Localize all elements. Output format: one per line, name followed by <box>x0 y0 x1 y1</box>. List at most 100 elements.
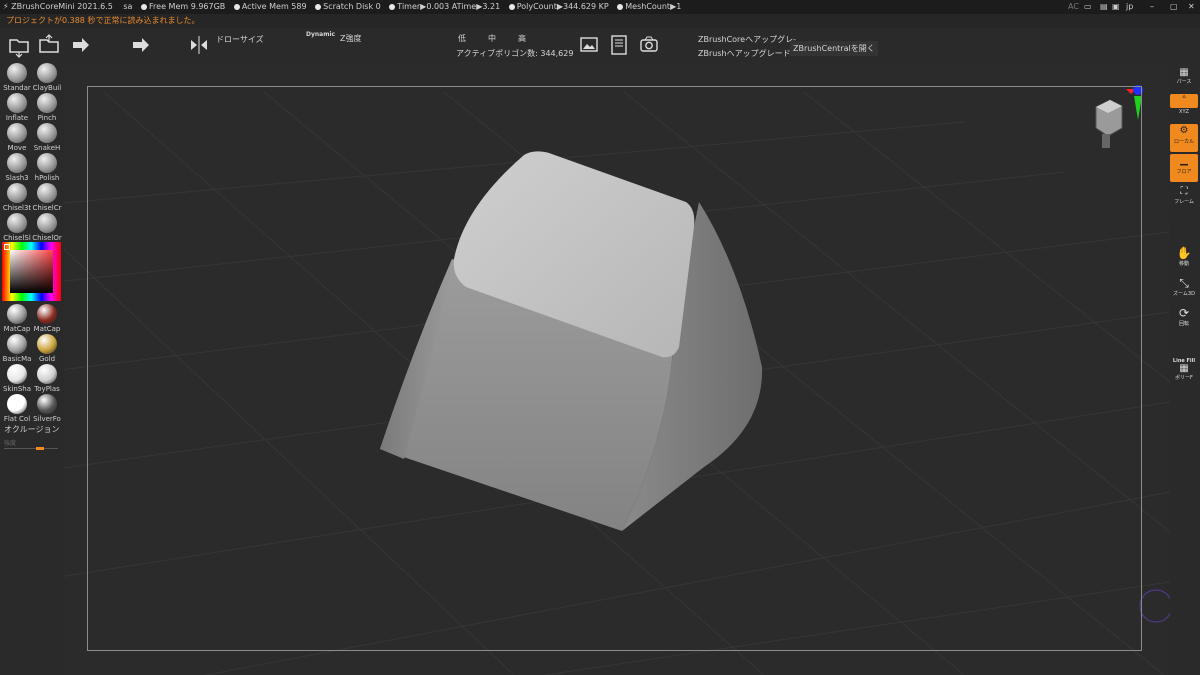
color-saturation-square[interactable] <box>10 250 53 293</box>
brush-chiselor[interactable]: ChiselOr <box>32 213 62 243</box>
timer: Timer▶0.003 ATime▶3.21 <box>397 2 501 11</box>
material-gold[interactable]: Gold <box>32 334 62 364</box>
rotate-button[interactable]: ⟳ 回転 <box>1170 306 1198 332</box>
import-arrow-icon[interactable] <box>70 32 96 58</box>
export-arrow-icon[interactable] <box>130 32 156 58</box>
document-frame <box>87 86 1142 651</box>
move-label: 移動 <box>1178 261 1189 267</box>
brush-label: ChiselSl <box>3 234 31 242</box>
brush-label: Chisel3t <box>2 204 32 212</box>
free-mem: Free Mem 9.967GB <box>149 2 226 11</box>
brush-chiselsl[interactable]: ChiselSl <box>2 213 32 243</box>
brush-hpolish[interactable]: hPolish <box>32 153 62 183</box>
brush-claybuil[interactable]: ClayBuil <box>32 63 62 93</box>
material-skinsha[interactable]: SkinSha <box>2 364 32 394</box>
dock-icon[interactable]: ▣ <box>1112 0 1120 14</box>
close-icon[interactable]: ✕ <box>1188 0 1195 14</box>
frame-button[interactable]: ⛶ フレーム <box>1170 186 1198 212</box>
zoom-button[interactable]: ⤡ ズーム3D <box>1170 276 1198 302</box>
polyf-label: ポリーF <box>1175 375 1193 381</box>
brush-label: Inflate <box>5 114 29 122</box>
language-selector[interactable]: jp <box>1126 0 1133 14</box>
floor-grid-button[interactable]: ⌂ <box>1170 94 1198 108</box>
color-picker[interactable] <box>2 242 61 301</box>
maximize-icon[interactable]: ▢ <box>1170 0 1178 14</box>
material-label: ToyPlas <box>34 385 60 393</box>
floor-button[interactable]: ▁ フロア <box>1170 154 1198 182</box>
z-intensity-label: Z強度 <box>340 34 362 43</box>
rotate-label: 回転 <box>1178 321 1189 327</box>
upgrade-zbrush-button[interactable]: ZBrushへアップグレード <box>698 48 791 59</box>
color-marker[interactable] <box>4 244 10 250</box>
draw-size-label: ドローサイズ <box>216 35 264 44</box>
move-button[interactable]: ✋ 移動 <box>1170 246 1198 272</box>
material-sphere-icon <box>7 304 27 324</box>
dynamic-label[interactable]: Dynamic <box>306 31 335 38</box>
image-icon[interactable] <box>576 32 602 58</box>
active-mem: Active Mem 589 <box>241 2 307 11</box>
material-flat-col[interactable]: Flat Col <box>2 394 32 424</box>
material-sphere-icon <box>37 334 57 354</box>
brush-inflate[interactable]: Inflate <box>2 93 32 123</box>
brush-label: Standar <box>3 84 31 92</box>
material-silverfo[interactable]: SilverFo <box>32 394 62 424</box>
upgrade-core-button[interactable]: ZBrushCoreへアップグレ- <box>698 34 796 45</box>
book-icon[interactable] <box>606 32 632 58</box>
material-toyplas[interactable]: ToyPlas <box>32 364 62 394</box>
brush-preview-icon <box>7 93 27 113</box>
symmetry-icon[interactable] <box>186 32 212 58</box>
material-label: Gold <box>38 355 56 363</box>
material-matcap[interactable]: MatCap <box>32 304 62 334</box>
brush-snakeh[interactable]: SnakeH <box>32 123 62 153</box>
brush-label: SnakeH <box>33 144 61 152</box>
material-matcap[interactable]: MatCap <box>2 304 32 334</box>
title-bar: ⚡ ZBrushCoreMini 2021.6.5 sa Free Mem 9.… <box>0 0 1200 14</box>
brush-preview-icon <box>7 213 27 233</box>
density-high[interactable]: 高 <box>518 33 526 44</box>
brush-slash3[interactable]: Slash3 <box>2 153 32 183</box>
brush-chisel3t[interactable]: Chisel3t <box>2 183 32 213</box>
minimize-icon[interactable]: – <box>1150 0 1154 14</box>
material-sphere-icon <box>7 364 27 384</box>
brush-pinch[interactable]: Pinch <box>32 93 62 123</box>
local-icon: ⚙ <box>1179 125 1189 136</box>
floor-label: フロア <box>1176 169 1192 175</box>
density-low[interactable]: 低 <box>458 33 466 44</box>
grid-persp-icon: ▦ <box>1179 67 1189 78</box>
ac-label: AC <box>1068 2 1079 11</box>
density-mid[interactable]: 中 <box>488 33 496 44</box>
brush-preview-icon <box>37 123 57 143</box>
zbrush-logo-icon: ⚡ <box>3 2 9 11</box>
brush-label: ClayBuil <box>32 84 62 92</box>
material-basicma[interactable]: BasicMa <box>2 334 32 364</box>
brush-chiselcr[interactable]: ChiselCr <box>32 183 62 213</box>
xyz-button[interactable]: XYZ <box>1170 109 1198 123</box>
brush-move[interactable]: Move <box>2 123 32 153</box>
material-label: SilverFo <box>33 415 61 423</box>
brush-preview-icon <box>37 93 57 113</box>
material-sphere-icon <box>37 364 57 384</box>
menu-toggle-icon[interactable]: ▭ <box>1084 0 1092 14</box>
brush-label: ChiselOr <box>32 234 62 242</box>
open-central-button[interactable]: ZBrushCentralを開く <box>790 41 878 56</box>
camera-reset-icon[interactable] <box>636 32 662 58</box>
rotate-icon: ⟳ <box>1178 306 1190 320</box>
material-label: Flat Col <box>3 415 31 423</box>
open-project-icon[interactable] <box>6 32 32 58</box>
strength-slider-knob[interactable] <box>36 447 44 450</box>
perspective-button[interactable]: ▦ パース <box>1170 68 1198 94</box>
hand-move-icon: ✋ <box>1176 246 1192 260</box>
xyz-label: XYZ <box>1179 109 1189 115</box>
save-project-icon[interactable] <box>36 32 62 58</box>
top-toolbar: ドローサイズ Dynamic Z強度 低 中 高 アクティブポリゴン数: 344… <box>0 28 1200 87</box>
material-label: BasicMa <box>2 355 32 363</box>
layout-icon[interactable]: ▤ <box>1100 0 1108 14</box>
zoom-icon: ⤡ <box>1179 276 1189 290</box>
linefill-button[interactable]: Line Fill ▦ ポリーF <box>1170 358 1198 384</box>
local-button[interactable]: ⚙ ローカル <box>1170 124 1198 152</box>
brush-preview-icon <box>7 63 27 83</box>
zoom-label: ズーム3D <box>1173 291 1195 297</box>
material-sphere-icon <box>37 304 57 324</box>
brush-standar[interactable]: Standar <box>2 63 32 93</box>
strength-slider[interactable] <box>4 448 58 449</box>
